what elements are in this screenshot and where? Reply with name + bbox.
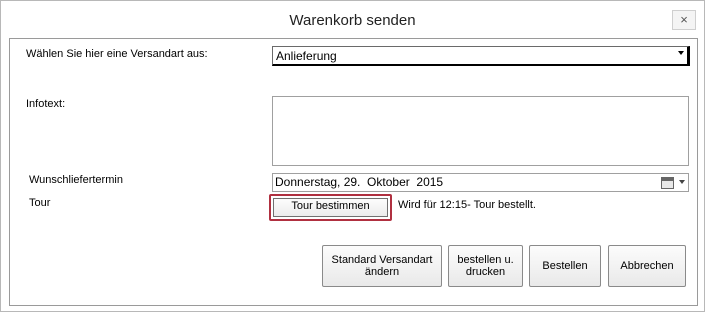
standard-button-line1: Standard Versandart — [331, 254, 433, 266]
standard-versandart-aendern-button[interactable]: Standard Versandart ändern — [322, 245, 442, 287]
versandart-select[interactable]: Anlieferung — [272, 46, 690, 66]
tour-bestimmen-label: Tour bestimmen — [273, 198, 388, 217]
wunschliefertermin-value: Donnerstag, 29. Oktober 2015 — [275, 175, 444, 189]
wunschliefertermin-label: Wunschliefertermin — [29, 174, 123, 186]
title-bar[interactable]: Warenkorb senden × — [1, 1, 704, 37]
infotext-input[interactable] — [272, 96, 689, 166]
calendar-icon[interactable] — [661, 177, 674, 189]
print-button-line1: bestellen u. — [457, 254, 514, 266]
print-button-line2: drucken — [465, 266, 506, 278]
standard-button-line2: ändern — [364, 266, 400, 278]
versandart-label: Wählen Sie hier eine Versandart aus: — [26, 48, 208, 60]
tour-label: Tour — [29, 197, 51, 209]
chevron-down-icon[interactable] — [679, 180, 685, 184]
tour-status-text: Wird für 12:15- Tour bestellt. — [398, 199, 536, 211]
dialog-content: Wählen Sie hier eine Versandart aus: Anl… — [9, 38, 698, 306]
close-icon: × — [680, 12, 688, 27]
versandart-value: Anlieferung — [276, 49, 337, 63]
chevron-down-icon — [678, 51, 684, 55]
bestellen-button[interactable]: Bestellen — [529, 245, 601, 287]
bestellen-drucken-button[interactable]: bestellen u. drucken — [448, 245, 523, 287]
close-button[interactable]: × — [672, 10, 696, 30]
warenkorb-dialog: Warenkorb senden × Wählen Sie hier eine … — [0, 0, 705, 312]
tour-bestimmen-button[interactable]: Tour bestimmen — [269, 194, 392, 221]
wunschliefertermin-date-picker[interactable]: Donnerstag, 29. Oktober 2015 — [272, 173, 689, 192]
abbrechen-button[interactable]: Abbrechen — [608, 245, 686, 287]
window-title: Warenkorb senden — [289, 12, 416, 29]
infotext-label: Infotext: — [26, 98, 66, 110]
